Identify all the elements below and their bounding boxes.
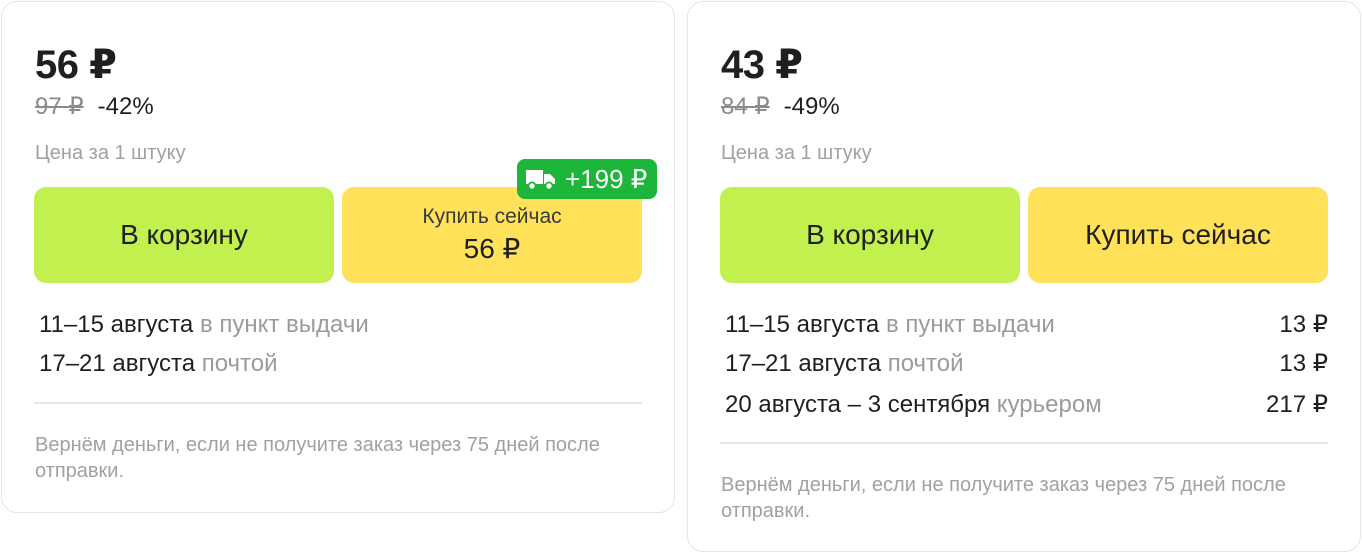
discount-label: -42% bbox=[97, 93, 154, 120]
offer-card-2: 43 ₽ 84 ₽ -49% Цена за 1 штуку В корзину … bbox=[687, 1, 1361, 552]
refund-note: Вернём деньги, если не получите заказ че… bbox=[35, 434, 600, 482]
delivery-date: 17–21 августа bbox=[725, 350, 882, 377]
delivery-price: 13 ₽ bbox=[1279, 311, 1328, 338]
truck-icon bbox=[525, 167, 557, 191]
divider bbox=[720, 442, 1328, 444]
add-to-cart-button[interactable]: В корзину bbox=[720, 187, 1020, 283]
buy-now-button[interactable]: Купить сейчас 56 ₽ bbox=[342, 187, 642, 283]
delivery-option: 20 августа – 3 сентября курьером bbox=[725, 390, 1102, 420]
discount-label: -49% bbox=[783, 93, 840, 120]
old-price: 84 ₽ bbox=[721, 93, 770, 120]
delivery-method: курьером bbox=[996, 391, 1102, 418]
buy-now-label: Купить сейчас bbox=[1085, 219, 1271, 250]
delivery-date: 11–15 августа bbox=[725, 311, 880, 338]
add-to-cart-label: В корзину bbox=[806, 219, 934, 250]
price-per-unit-note: Цена за 1 штуку bbox=[721, 142, 872, 164]
price-row: 97 ₽ -42% bbox=[35, 92, 154, 122]
delivery-method: почтой bbox=[887, 350, 964, 377]
current-price: 43 ₽ bbox=[721, 43, 803, 87]
delivery-price: 217 ₽ bbox=[1266, 391, 1328, 418]
delivery-date: 11–15 августа bbox=[39, 311, 194, 338]
add-to-cart-button[interactable]: В корзину bbox=[34, 187, 334, 283]
delivery-method: в пункт выдачи bbox=[885, 311, 1055, 338]
delivery-price: 13 ₽ bbox=[1279, 350, 1328, 377]
refund-note: Вернём деньги, если не получите заказ че… bbox=[721, 474, 1286, 522]
delivery-date: 20 августа – 3 сентября bbox=[725, 391, 991, 418]
delivery-method: в пункт выдачи bbox=[199, 311, 369, 338]
delivery-option: 11–15 августа в пункт выдачи bbox=[39, 310, 369, 340]
current-price: 56 ₽ bbox=[35, 43, 117, 87]
delivery-option: 17–21 августа почтой bbox=[725, 349, 964, 379]
delivery-date: 17–21 августа bbox=[39, 350, 196, 377]
buy-now-label: Купить сейчас bbox=[422, 205, 562, 228]
delivery-option: 11–15 августа в пункт выдачи bbox=[725, 310, 1055, 340]
add-to-cart-label: В корзину bbox=[120, 219, 248, 250]
delivery-method: почтой bbox=[201, 350, 278, 377]
price-row: 84 ₽ -49% bbox=[721, 92, 840, 122]
delivery-cost-badge: +199 ₽ bbox=[517, 159, 658, 199]
divider bbox=[34, 402, 642, 404]
price-per-unit-note: Цена за 1 штуку bbox=[35, 142, 186, 164]
delivery-cost-value: +199 ₽ bbox=[565, 163, 648, 194]
buy-now-price: 56 ₽ bbox=[463, 233, 521, 264]
offer-card-1: 56 ₽ 97 ₽ -42% Цена за 1 штуку В корзину … bbox=[1, 1, 675, 513]
old-price: 97 ₽ bbox=[35, 93, 84, 120]
delivery-option: 17–21 августа почтой bbox=[39, 349, 278, 379]
buy-now-button[interactable]: Купить сейчас bbox=[1028, 187, 1328, 283]
